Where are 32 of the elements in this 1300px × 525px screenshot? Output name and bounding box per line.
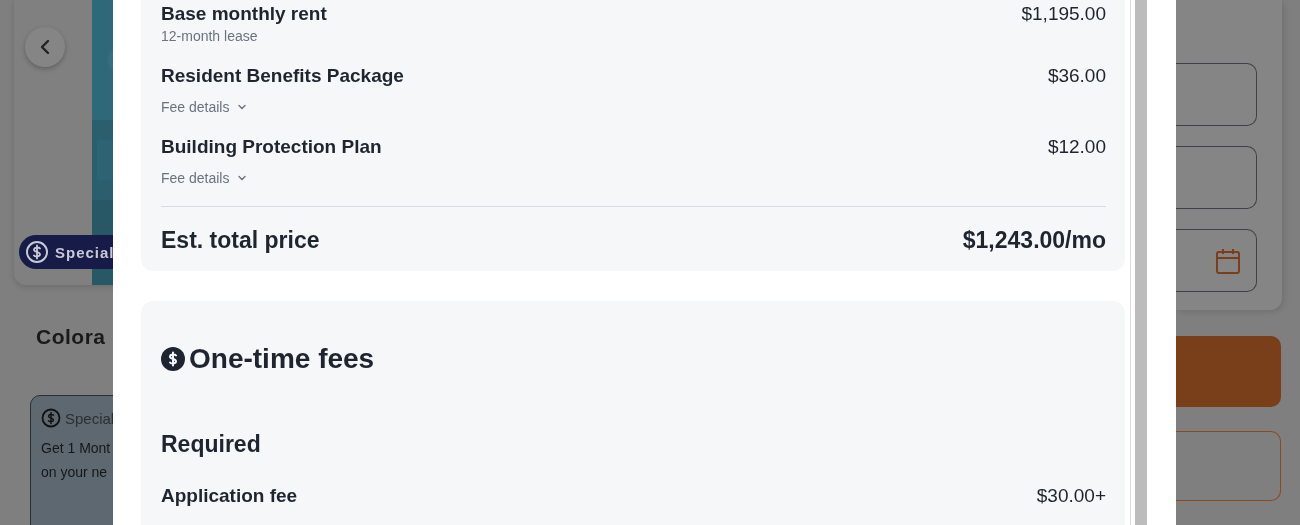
dollar-icon bbox=[41, 408, 61, 428]
dollar-icon bbox=[25, 240, 49, 264]
subsection-title: Required bbox=[161, 431, 262, 458]
calendar-icon bbox=[1215, 246, 1241, 275]
fee-price: $36.00 bbox=[1047, 64, 1106, 88]
fee-details-toggle[interactable]: Fee details bbox=[161, 170, 248, 186]
fee-name: Base monthly rent bbox=[161, 2, 327, 26]
badge-label: Special bbox=[55, 243, 113, 261]
fee-details-toggle[interactable]: Fee details bbox=[161, 99, 248, 115]
section-heading: Colora bbox=[36, 325, 107, 349]
fee-name: Application fee bbox=[161, 484, 298, 508]
total-label: Est. total price bbox=[161, 227, 320, 254]
chevron-left-icon bbox=[38, 39, 52, 55]
fee-name: Building Protection Plan bbox=[161, 135, 382, 159]
input-field[interactable] bbox=[1176, 146, 1257, 209]
scrollbar[interactable] bbox=[1135, 0, 1147, 525]
fee-note: 12-month lease bbox=[161, 28, 259, 44]
fee-price: $30.00+ bbox=[1036, 484, 1106, 508]
fee-price: $1,195.00 bbox=[1021, 2, 1106, 26]
date-field[interactable] bbox=[1176, 229, 1257, 292]
offer-title: Special bbox=[65, 409, 113, 427]
total-price: $1,243.00/mo bbox=[962, 227, 1106, 254]
offer-text: Get 1 Mont on your ne bbox=[41, 439, 112, 482]
secondary-button[interactable] bbox=[1176, 431, 1281, 501]
chevron-down-icon bbox=[237, 103, 248, 111]
fee-name: Resident Benefits Package bbox=[161, 64, 404, 88]
input-field[interactable] bbox=[1176, 63, 1257, 126]
chevron-down-icon bbox=[237, 174, 248, 182]
dollar-icon bbox=[161, 347, 185, 371]
section-title: One-time fees bbox=[189, 343, 375, 375]
back-button[interactable] bbox=[25, 27, 65, 67]
fee-price: $12.00 bbox=[1047, 135, 1106, 159]
